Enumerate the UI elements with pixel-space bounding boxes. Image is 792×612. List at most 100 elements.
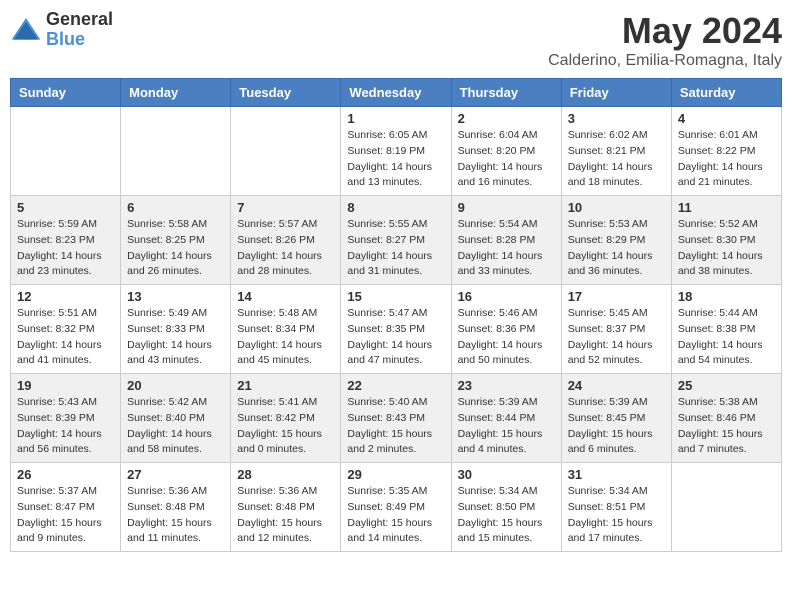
day-info-line: Sunrise: 5:39 AM xyxy=(458,395,555,411)
calendar-cell: 20Sunrise: 5:42 AMSunset: 8:40 PMDayligh… xyxy=(121,374,231,463)
day-info-line: Daylight: 14 hours xyxy=(678,338,775,354)
day-number: 10 xyxy=(568,200,665,215)
day-info-line: Sunrise: 5:51 AM xyxy=(17,306,114,322)
day-info-line: Sunset: 8:45 PM xyxy=(568,411,665,427)
day-info-line: Daylight: 14 hours xyxy=(127,338,224,354)
day-info-line: Sunset: 8:35 PM xyxy=(347,322,444,338)
day-number: 1 xyxy=(347,111,444,126)
day-info-line: and 36 minutes. xyxy=(568,264,665,280)
location-title: Calderino, Emilia-Romagna, Italy xyxy=(548,52,782,70)
day-info-line: Daylight: 14 hours xyxy=(237,338,334,354)
day-info-line: Sunset: 8:20 PM xyxy=(458,144,555,160)
day-number: 18 xyxy=(678,289,775,304)
day-info-line: Sunset: 8:34 PM xyxy=(237,322,334,338)
day-info-line: and 15 minutes. xyxy=(458,531,555,547)
day-info-line: Sunset: 8:43 PM xyxy=(347,411,444,427)
calendar-cell: 14Sunrise: 5:48 AMSunset: 8:34 PMDayligh… xyxy=(231,285,341,374)
day-info-line: Daylight: 15 hours xyxy=(17,516,114,532)
day-info-line: Sunset: 8:37 PM xyxy=(568,322,665,338)
day-number: 7 xyxy=(237,200,334,215)
day-info-line: and 28 minutes. xyxy=(237,264,334,280)
day-info-line: Sunset: 8:44 PM xyxy=(458,411,555,427)
day-number: 6 xyxy=(127,200,224,215)
day-info-line: Daylight: 14 hours xyxy=(678,249,775,265)
calendar-cell: 3Sunrise: 6:02 AMSunset: 8:21 PMDaylight… xyxy=(561,107,671,196)
calendar-cell: 4Sunrise: 6:01 AMSunset: 8:22 PMDaylight… xyxy=(671,107,781,196)
day-info-line: Sunrise: 5:46 AM xyxy=(458,306,555,322)
day-info-line: Sunrise: 5:43 AM xyxy=(17,395,114,411)
day-number: 31 xyxy=(568,467,665,482)
weekday-header: Friday xyxy=(561,79,671,107)
day-info-line: Daylight: 15 hours xyxy=(237,427,334,443)
day-info-line: Sunrise: 5:39 AM xyxy=(568,395,665,411)
day-info-line: Daylight: 14 hours xyxy=(568,160,665,176)
day-info-line: and 18 minutes. xyxy=(568,175,665,191)
day-info-line: Sunset: 8:49 PM xyxy=(347,500,444,516)
day-number: 22 xyxy=(347,378,444,393)
day-info-line: Sunset: 8:47 PM xyxy=(17,500,114,516)
day-number: 24 xyxy=(568,378,665,393)
day-number: 2 xyxy=(458,111,555,126)
day-info-line: and 7 minutes. xyxy=(678,442,775,458)
day-number: 11 xyxy=(678,200,775,215)
day-info-line: Sunrise: 5:47 AM xyxy=(347,306,444,322)
day-info-line: Daylight: 14 hours xyxy=(127,249,224,265)
day-info-line: and 23 minutes. xyxy=(17,264,114,280)
day-info-line: and 56 minutes. xyxy=(17,442,114,458)
weekday-header: Wednesday xyxy=(341,79,451,107)
day-info-line: and 6 minutes. xyxy=(568,442,665,458)
day-number: 23 xyxy=(458,378,555,393)
day-info-line: Sunrise: 5:59 AM xyxy=(17,217,114,233)
day-info-line: Daylight: 14 hours xyxy=(347,249,444,265)
day-info-line: Sunset: 8:27 PM xyxy=(347,233,444,249)
day-info-line: and 9 minutes. xyxy=(17,531,114,547)
day-info-line: Sunset: 8:22 PM xyxy=(678,144,775,160)
month-title: May 2024 xyxy=(548,10,782,52)
calendar-table: SundayMondayTuesdayWednesdayThursdayFrid… xyxy=(10,78,782,552)
day-info-line: and 41 minutes. xyxy=(17,353,114,369)
day-number: 30 xyxy=(458,467,555,482)
day-info-line: Daylight: 15 hours xyxy=(678,427,775,443)
day-number: 26 xyxy=(17,467,114,482)
title-block: May 2024 Calderino, Emilia-Romagna, Ital… xyxy=(548,10,782,70)
weekday-header: Monday xyxy=(121,79,231,107)
day-number: 17 xyxy=(568,289,665,304)
day-info-line: Sunset: 8:50 PM xyxy=(458,500,555,516)
day-info-line: Sunset: 8:48 PM xyxy=(127,500,224,516)
calendar-cell xyxy=(231,107,341,196)
calendar-cell xyxy=(121,107,231,196)
day-info-line: Sunrise: 5:49 AM xyxy=(127,306,224,322)
day-info-line: Sunset: 8:51 PM xyxy=(568,500,665,516)
calendar-cell: 23Sunrise: 5:39 AMSunset: 8:44 PMDayligh… xyxy=(451,374,561,463)
calendar-week-row: 19Sunrise: 5:43 AMSunset: 8:39 PMDayligh… xyxy=(11,374,782,463)
day-info-line: Daylight: 15 hours xyxy=(347,427,444,443)
calendar-week-row: 26Sunrise: 5:37 AMSunset: 8:47 PMDayligh… xyxy=(11,463,782,552)
day-info-line: and 45 minutes. xyxy=(237,353,334,369)
day-info-line: Sunrise: 5:38 AM xyxy=(678,395,775,411)
calendar-cell: 27Sunrise: 5:36 AMSunset: 8:48 PMDayligh… xyxy=(121,463,231,552)
day-info-line: Sunset: 8:19 PM xyxy=(347,144,444,160)
day-info-line: Sunset: 8:25 PM xyxy=(127,233,224,249)
calendar-header-row: SundayMondayTuesdayWednesdayThursdayFrid… xyxy=(11,79,782,107)
day-info-line: Sunset: 8:28 PM xyxy=(458,233,555,249)
weekday-header: Tuesday xyxy=(231,79,341,107)
day-info-line: and 58 minutes. xyxy=(127,442,224,458)
day-number: 28 xyxy=(237,467,334,482)
day-info-line: Sunrise: 6:01 AM xyxy=(678,128,775,144)
day-info-line: Daylight: 14 hours xyxy=(458,338,555,354)
calendar-cell: 31Sunrise: 5:34 AMSunset: 8:51 PMDayligh… xyxy=(561,463,671,552)
logo-blue-text: Blue xyxy=(46,30,113,50)
day-info-line: Sunset: 8:26 PM xyxy=(237,233,334,249)
day-info-line: Sunrise: 5:36 AM xyxy=(127,484,224,500)
calendar-cell: 16Sunrise: 5:46 AMSunset: 8:36 PMDayligh… xyxy=(451,285,561,374)
day-info-line: and 33 minutes. xyxy=(458,264,555,280)
day-info-line: Daylight: 14 hours xyxy=(17,427,114,443)
day-info-line: Sunrise: 5:54 AM xyxy=(458,217,555,233)
day-info-line: Daylight: 14 hours xyxy=(17,249,114,265)
day-info-line: Sunrise: 5:40 AM xyxy=(347,395,444,411)
day-info-line: and 17 minutes. xyxy=(568,531,665,547)
calendar-cell: 8Sunrise: 5:55 AMSunset: 8:27 PMDaylight… xyxy=(341,196,451,285)
calendar-cell: 24Sunrise: 5:39 AMSunset: 8:45 PMDayligh… xyxy=(561,374,671,463)
day-info-line: Daylight: 14 hours xyxy=(347,160,444,176)
day-info-line: Sunrise: 5:36 AM xyxy=(237,484,334,500)
